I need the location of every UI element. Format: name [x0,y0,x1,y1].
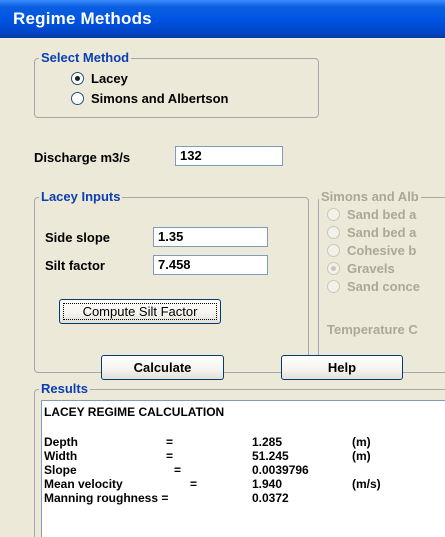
radio-sand-concentration-label: Sand conce [347,279,420,294]
results-group: Results LACEY REGIME CALCULATION Depth =… [34,381,445,537]
regime-methods-window: Regime Methods Select Method Lacey Simon… [0,0,445,537]
results-heading: LACEY REGIME CALCULATION [44,405,225,419]
result-value: 0.0372 [252,491,289,505]
radio-sand-bed-1-label: Sand bed a [347,207,417,222]
result-value: 51.245 [252,449,289,463]
radio-unselected-icon [71,92,84,105]
discharge-label: Discharge m3/s [34,150,131,165]
result-unit: (m) [352,449,371,463]
side-slope-label: Side slope [45,230,111,245]
result-unit: (m/s) [352,477,381,491]
side-slope-input[interactable]: 1.35 [153,227,268,247]
result-name: Depth [44,435,78,449]
radio-sand-bed-1[interactable]: Sand bed a [327,206,416,223]
radio-sand-concentration[interactable]: Sand conce [327,278,420,295]
radio-simons-albertson[interactable]: Simons and Albertson [71,90,228,107]
result-equals: = [166,435,174,449]
result-equals: = [166,449,174,463]
radio-lacey[interactable]: Lacey [71,70,128,87]
silt-factor-input[interactable]: 7.458 [153,255,268,275]
lacey-inputs-legend: Lacey Inputs [39,189,123,205]
radio-lacey-label: Lacey [91,71,128,86]
calculate-button[interactable]: Calculate [101,355,224,380]
result-unit: (m) [352,435,371,449]
radio-gravels-label: Gravels [347,261,395,276]
temperature-label: Temperature C [327,322,418,337]
help-button[interactable]: Help [281,355,403,380]
simons-albertson-group: Simons and Alb Sand bed a Sand bed a Coh… [318,189,445,373]
discharge-input[interactable]: 132 [175,146,283,166]
result-equals: = [190,477,198,491]
radio-unselected-icon [327,208,340,221]
radio-sand-bed-2[interactable]: Sand bed a [327,224,416,241]
radio-sand-bed-2-label: Sand bed a [347,225,417,240]
radio-unselected-icon [327,280,340,293]
radio-cohesive-bed-label: Cohesive b [347,243,417,258]
result-value: 1.940 [252,477,283,491]
select-method-legend: Select Method [39,50,132,66]
focus-rectangle [63,303,217,320]
result-value: 0.0039796 [252,463,309,477]
results-legend: Results [39,381,90,397]
select-method-group: Select Method Lacey Simons and Albertson [34,50,319,118]
radio-gravels[interactable]: Gravels [327,260,395,277]
radio-simons-albertson-label: Simons and Albertson [91,91,229,106]
radio-cohesive-bed[interactable]: Cohesive b [327,242,416,259]
result-name: Mean velocity [44,477,123,491]
lacey-inputs-group: Lacey Inputs Side slope 1.35 Silt factor… [34,189,309,373]
radio-unselected-icon [327,226,340,239]
simons-albertson-legend: Simons and Alb [319,189,421,205]
radio-selected-icon [71,72,84,85]
compute-silt-factor-button[interactable]: Compute Silt Factor [59,299,221,324]
radio-unselected-icon [327,244,340,257]
window-title: Regime Methods [0,0,445,38]
results-textbox[interactable]: LACEY REGIME CALCULATION Depth = 1.285 (… [41,400,445,537]
result-value: 1.285 [252,435,283,449]
radio-selected-icon [327,262,340,275]
result-name: Width [44,449,78,463]
result-name: Manning roughness = [44,491,169,505]
result-name: Slope [44,463,77,477]
result-equals: = [174,463,182,477]
silt-factor-label: Silt factor [45,258,105,273]
